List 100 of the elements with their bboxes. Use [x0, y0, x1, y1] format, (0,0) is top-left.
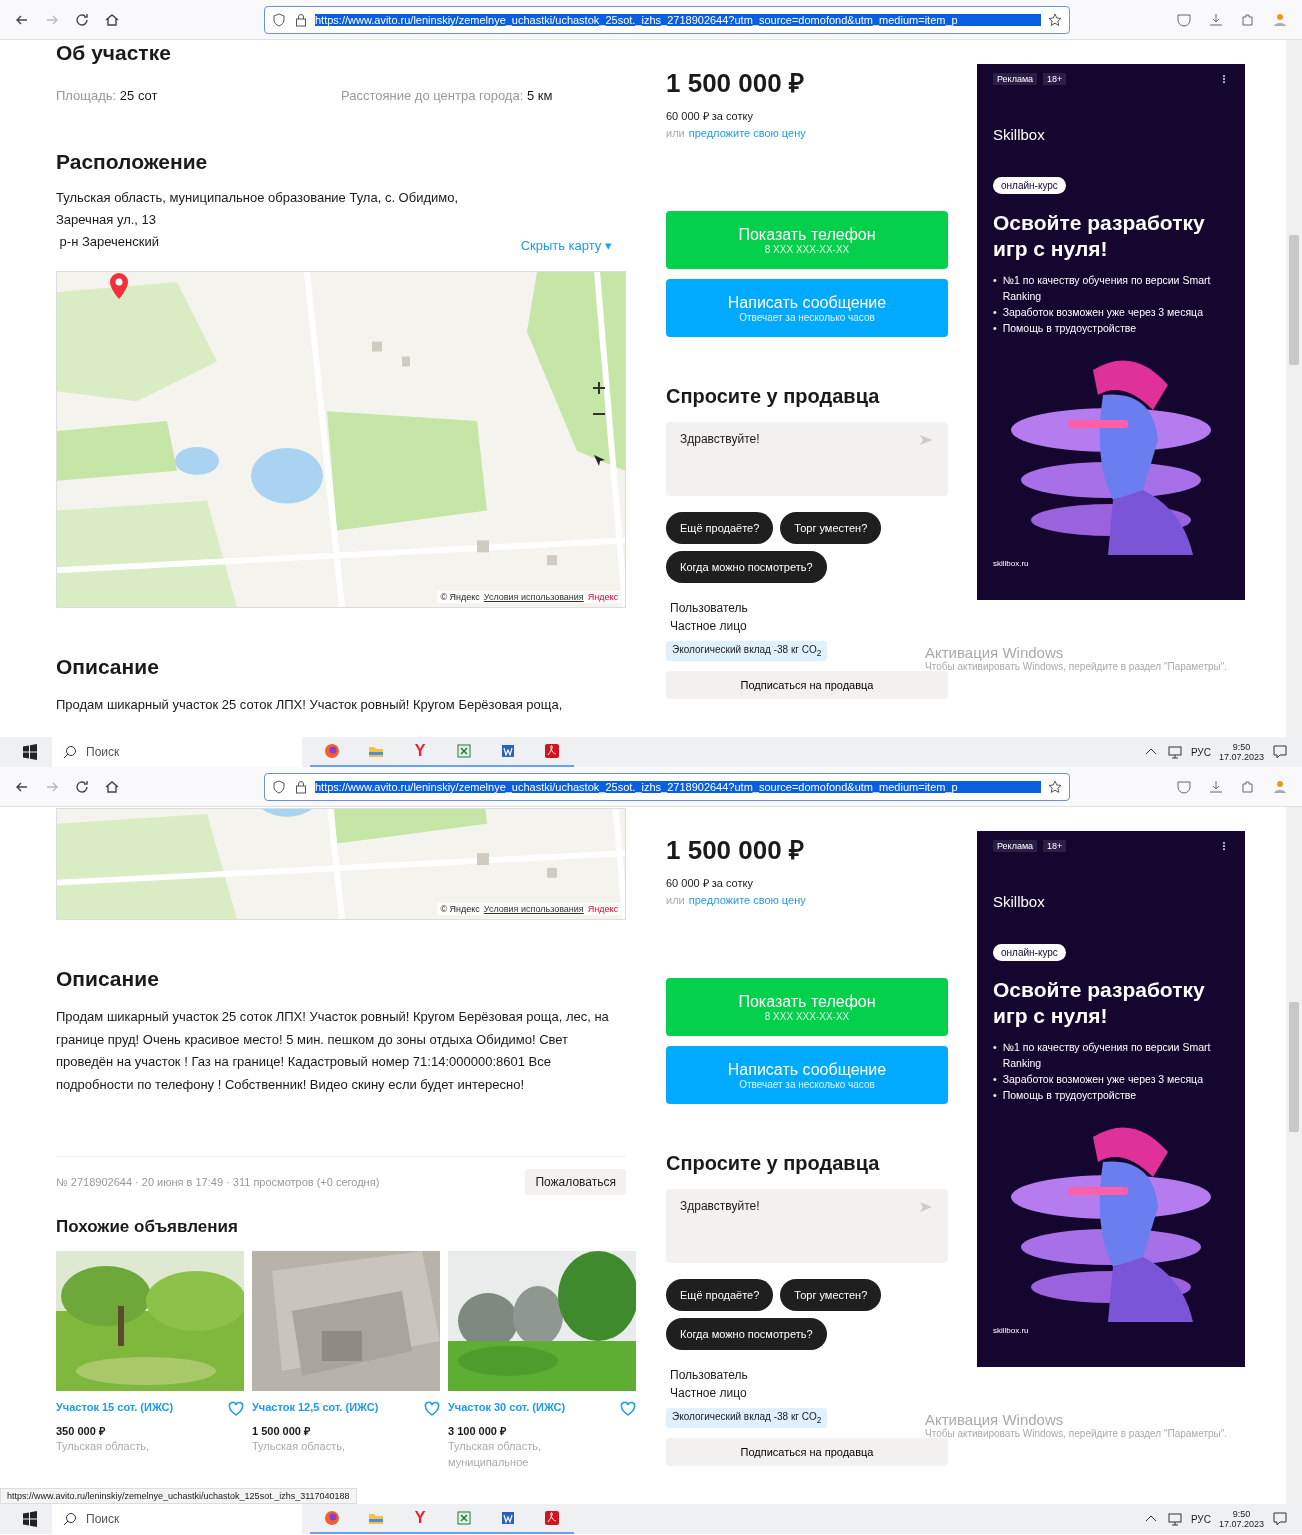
pdf-icon	[544, 1510, 560, 1526]
spreadsheet-icon	[456, 743, 472, 759]
listing-price: 350 000 ₽	[56, 1424, 106, 1438]
address-line: Заречная ул., 13	[56, 211, 158, 229]
subscribe-button[interactable]: Подписаться на продавца	[666, 671, 948, 699]
heart-icon[interactable]	[424, 1401, 440, 1417]
address-bar[interactable]: https://www.avito.ru/leninskiy/zemelnye_uchastki/uchastok_25sot._izhs_2718902644?utm_source=domofond&utm_medium=item_p	[264, 772, 1070, 801]
ad-banner[interactable]: Реклама 18+ Skillbox онлайн-курс Освойте разработку игр с нуля! • №1 по качеству обучения по версии Smart Ranking • Заработок возможен уже через 3 месяца • Помощь в трудоустройстве skillbox.ru	[977, 64, 1245, 600]
reload-icon[interactable]	[74, 11, 90, 28]
scrollbar[interactable]	[1286, 40, 1302, 737]
terms-link[interactable]: Условия использования	[483, 904, 584, 914]
bullet-marker: •	[993, 1040, 997, 1055]
activation-text: Чтобы активировать Windows, перейдите в раздел "Параметры".	[925, 661, 1229, 672]
download-icon[interactable]	[1208, 778, 1224, 795]
quick-question-chip[interactable]: Ещё продаёте?	[666, 512, 774, 544]
heart-icon[interactable]	[228, 1401, 244, 1417]
extensions-icon[interactable]	[1240, 11, 1256, 28]
quick-question-chip[interactable]: Когда можно посмотреть?	[666, 1318, 827, 1350]
notifications-icon[interactable]	[1272, 744, 1288, 760]
ad-headline: Освойте разработку игр с нуля!	[993, 977, 1206, 1029]
age-label: 18+	[1043, 840, 1067, 852]
price: 1 500 000 ₽	[666, 834, 805, 867]
zoom-in-icon[interactable]	[591, 380, 607, 396]
map-copyright: © Яндекс	[440, 904, 480, 914]
map-copyright: © Яндекс	[440, 592, 480, 602]
network-icon[interactable]	[1166, 744, 1183, 760]
ad-brand: Skillbox	[993, 893, 1046, 910]
section-heading: Расположение	[56, 149, 209, 175]
map[interactable]: © Яндекс Условия использования Яндекс	[56, 808, 626, 920]
bullet-marker: •	[993, 1088, 997, 1103]
message-field[interactable]: Здравствуйте!	[666, 1189, 948, 1263]
extensions-icon[interactable]	[1240, 778, 1256, 795]
shield-icon	[271, 778, 287, 795]
start-icon[interactable]	[22, 1511, 38, 1527]
clock[interactable]: 9:50 17.07.2023	[1218, 1509, 1264, 1529]
clock[interactable]: 9:50 17.07.2023	[1218, 742, 1264, 762]
network-icon[interactable]	[1166, 1511, 1183, 1527]
lock-icon	[293, 11, 309, 28]
taskbar-app[interactable]: Y	[398, 1504, 442, 1534]
home-icon[interactable]	[104, 778, 120, 795]
activation-title: Активация Windows	[925, 1411, 1065, 1428]
map-brand: Яндекс	[587, 904, 618, 914]
listing-location: Тульская область,	[56, 1439, 150, 1454]
document-icon	[500, 743, 516, 759]
location-arrow-icon[interactable]	[591, 452, 607, 468]
section-heading: Спросите у продавца	[666, 1152, 881, 1175]
heart-icon[interactable]	[620, 1401, 636, 1417]
taskbar-search[interactable]: Поиск	[52, 1504, 302, 1534]
address-bar[interactable]: https://www.avito.ru/leninskiy/zemelnye_uchastki/uchastok_25sot._izhs_2718902644?utm_source=domofond&utm_medium=item_p	[264, 5, 1070, 34]
start-icon[interactable]	[22, 744, 38, 760]
address-line: р-н Зареченский	[58, 233, 160, 251]
quick-question-chip[interactable]: Торг уместен?	[780, 1279, 882, 1311]
ad-domain: skillbox.ru	[993, 559, 1030, 568]
pocket-icon[interactable]	[1176, 11, 1192, 28]
ad-domain: skillbox.ru	[993, 1326, 1030, 1335]
star-icon[interactable]	[1047, 778, 1063, 795]
language-indicator[interactable]: РУС	[1190, 1513, 1211, 1525]
parameter: Расстояние до центра города: 5 км	[341, 88, 554, 103]
seller-type: Частное лицо	[670, 1386, 748, 1400]
ad-bullet: Заработок возможен уже через 3 месяца	[1002, 1072, 1203, 1087]
ad-label: Реклама	[993, 840, 1038, 852]
bullet-marker: •	[993, 305, 997, 320]
star-icon[interactable]	[1047, 11, 1063, 28]
offer-prefix: или	[666, 894, 685, 906]
document-icon	[500, 1510, 516, 1526]
taskbar-search[interactable]: Поиск	[52, 737, 302, 767]
download-icon[interactable]	[1208, 11, 1224, 28]
home-icon[interactable]	[104, 11, 120, 28]
bullet-marker: •	[993, 273, 997, 288]
browser-icon	[324, 743, 340, 759]
report-button[interactable]: Пожаловаться	[525, 1169, 626, 1195]
eco-badge: Экологический вклад -38 кг CO$_{2}$	[666, 641, 828, 661]
eco-badge: Экологический вклад -38 кг CO$_{2}$	[666, 1408, 828, 1428]
ad-headline: Освойте разработку игр с нуля!	[993, 210, 1206, 262]
status-url: https://www.avito.ru/leninskiy/zemelnye_uchastki/uchastok_125sot._izhs_3117040188	[0, 1488, 357, 1504]
subscribe-button[interactable]: Подписаться на продавца	[666, 1438, 948, 1466]
notifications-icon[interactable]	[1272, 1511, 1288, 1527]
quick-question-chip[interactable]: Ещё продаёте?	[666, 1279, 774, 1311]
scrollbar[interactable]	[1286, 807, 1302, 1504]
listing-location: муниципальное	[448, 1455, 530, 1470]
section-heading: Описание	[56, 966, 160, 992]
offer-prefix: или	[666, 127, 685, 139]
terms-link[interactable]: Условия использования	[483, 592, 584, 602]
reload-icon[interactable]	[74, 778, 90, 795]
ad-banner[interactable]: Реклама 18+ Skillbox онлайн-курс Освойте разработку игр с нуля! • №1 по качеству обучения по версии Smart Ranking • Заработок возможен уже через 3 месяца • Помощь в трудоустройстве skillbox.ru	[977, 831, 1245, 1367]
ad-badge: онлайн-курс	[993, 944, 1066, 961]
pocket-icon[interactable]	[1176, 778, 1192, 795]
ad-bullet: Помощь в трудоустройстве	[1002, 1088, 1137, 1103]
spreadsheet-icon	[456, 1510, 472, 1526]
map[interactable]: © Яндекс Условия использования Яндекс	[56, 271, 626, 608]
shield-icon	[271, 11, 287, 28]
quick-question-chip[interactable]: Торг уместен?	[780, 512, 882, 544]
browser-icon	[324, 1510, 340, 1526]
ad-bullet: Заработок возможен уже через 3 месяца	[1002, 305, 1203, 320]
language-indicator[interactable]: РУС	[1190, 746, 1211, 758]
message-field[interactable]: Здравствуйте!	[666, 422, 948, 496]
pdf-icon	[544, 743, 560, 759]
quick-question-chip[interactable]: Когда можно посмотреть?	[666, 551, 827, 583]
bullet-marker: •	[993, 1072, 997, 1087]
ad-brand: Skillbox	[993, 126, 1046, 143]
